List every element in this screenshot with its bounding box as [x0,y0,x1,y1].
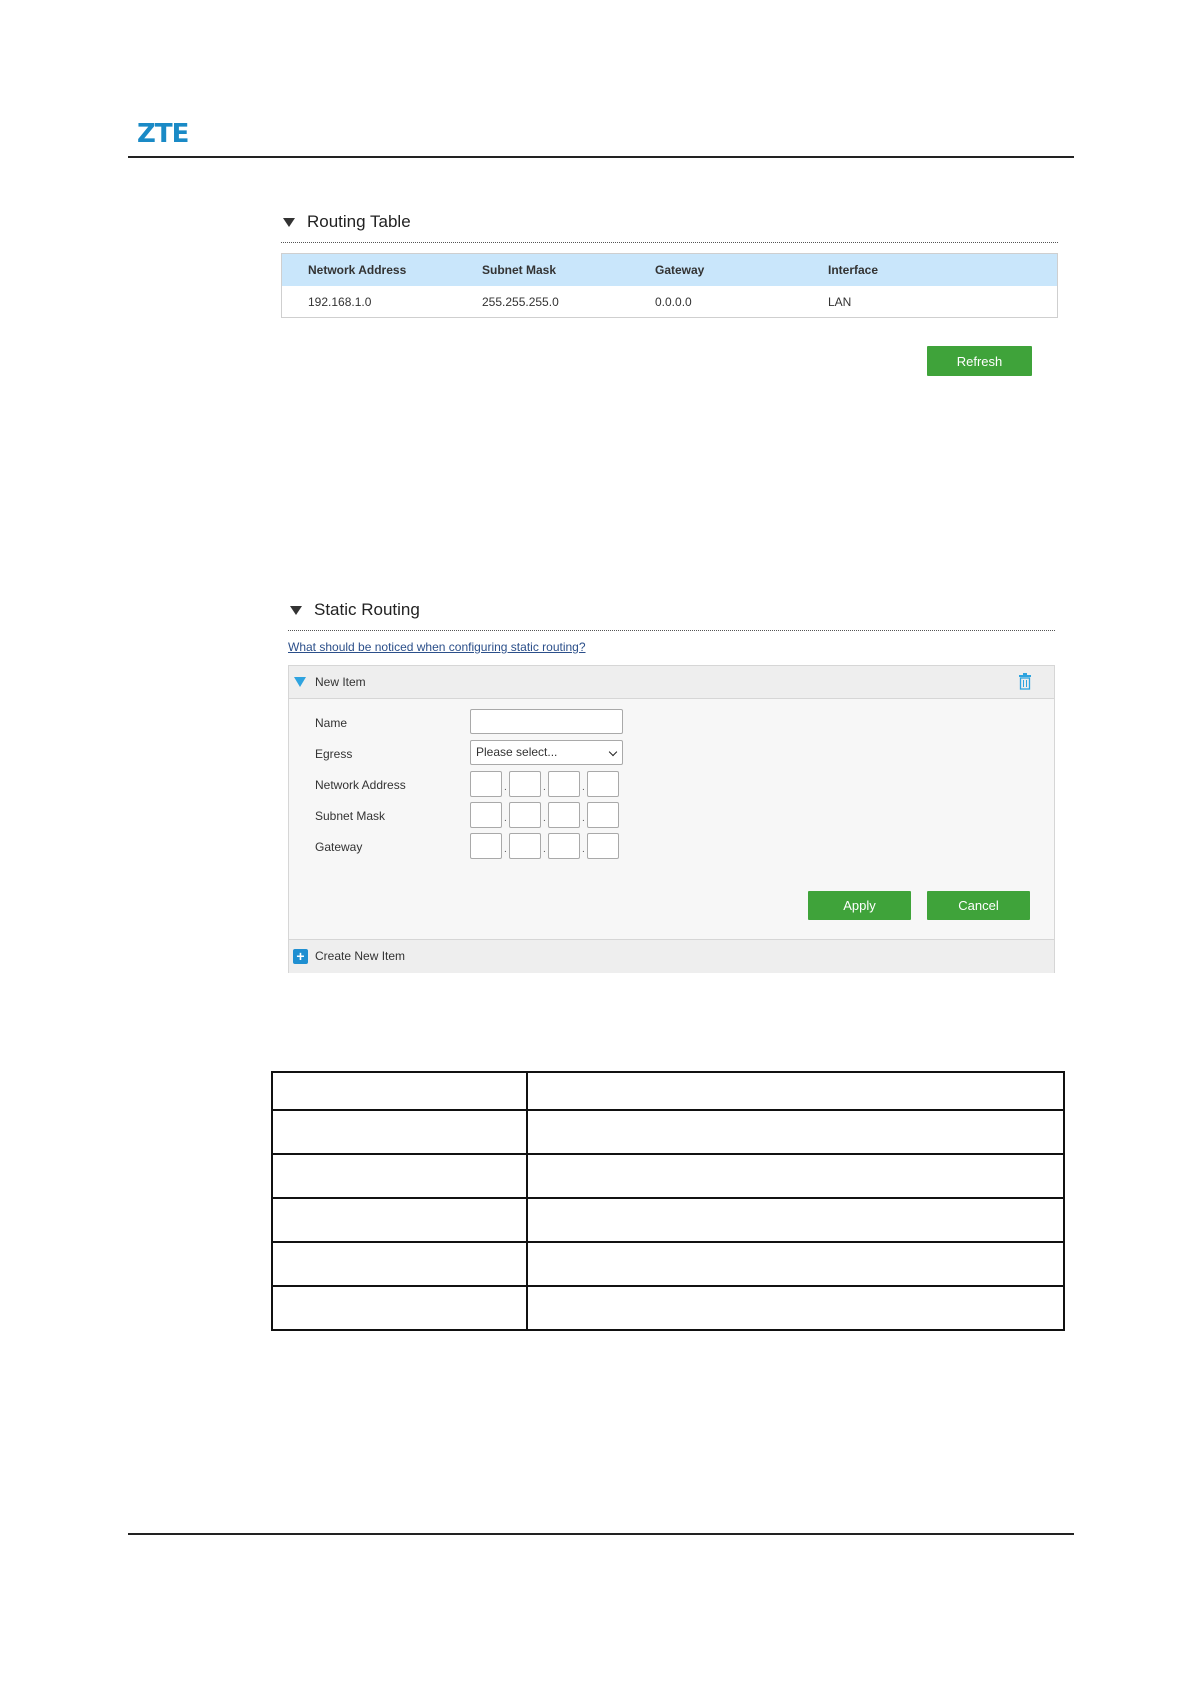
plus-icon: + [293,949,308,964]
cell-subnet-mask: 255.255.255.0 [482,295,559,309]
routing-table-header-row: Network Address Subnet Mask Gateway Inte… [282,254,1057,286]
table-cell [526,1109,1065,1155]
expand-caret-icon [294,677,306,687]
section-divider [288,630,1055,631]
cell-network-address: 192.168.1.0 [308,295,372,309]
ip-octet-input[interactable] [509,833,541,859]
footer-rule [128,1533,1074,1535]
name-input[interactable] [470,709,623,734]
column-header-gateway: Gateway [655,263,705,277]
table-row [271,1153,1065,1199]
ip-octet-input[interactable] [470,771,502,797]
table-row [271,1241,1065,1287]
table-cell [271,1109,528,1155]
table-cell [526,1071,1065,1111]
static-routing-help-link[interactable]: What should be noticed when configuring … [288,640,586,654]
parameter-table [271,1071,1065,1331]
create-new-item-label: Create New Item [315,949,406,963]
ip-separator: . [582,844,585,855]
table-cell [271,1071,528,1111]
ip-octet-input[interactable] [509,802,541,828]
table-cell [526,1241,1065,1287]
ip-octet-input[interactable] [470,833,502,859]
static-routing-header[interactable]: Static Routing [290,600,420,620]
ip-separator: . [543,844,546,855]
new-item-panel: New Item Name Egress Please select... Ne… [288,665,1055,973]
cell-gateway: 0.0.0.0 [655,295,692,309]
ip-separator: . [504,813,507,824]
table-cell [526,1285,1065,1331]
table-cell [271,1197,528,1243]
refresh-button[interactable]: Refresh [927,346,1032,376]
ip-octet-input[interactable] [509,771,541,797]
ip-octet-input[interactable] [548,771,580,797]
chevron-down-icon [608,747,618,757]
ip-separator: . [582,782,585,793]
cancel-button[interactable]: Cancel [927,891,1030,920]
ip-octet-input[interactable] [587,802,619,828]
ip-octet-input[interactable] [587,833,619,859]
egress-selected-value: Please select... [476,745,558,759]
table-row: 192.168.1.0 255.255.255.0 0.0.0.0 LAN [282,286,1057,318]
zte-logo: ZTE [137,119,189,149]
ip-separator: . [543,813,546,824]
table-row [271,1285,1065,1331]
table-row [271,1109,1065,1155]
column-header-network-address: Network Address [308,263,407,277]
column-header-subnet-mask: Subnet Mask [482,263,557,277]
ip-separator: . [543,782,546,793]
routing-table-title: Routing Table [307,212,411,231]
network-address-label: Network Address [315,778,406,792]
section-divider [281,242,1058,243]
name-label: Name [315,716,348,730]
collapse-caret-icon [290,605,302,615]
collapse-caret-icon [283,217,295,227]
table-cell [526,1153,1065,1199]
header-rule [128,156,1074,158]
table-cell [271,1285,528,1331]
create-new-item-row[interactable]: + Create New Item [289,939,1054,973]
egress-label: Egress [315,747,353,761]
cell-interface: LAN [828,295,852,309]
ip-separator: . [582,813,585,824]
column-header-interface: Interface [828,263,879,277]
ip-separator: . [504,782,507,793]
ip-octet-input[interactable] [470,802,502,828]
table-row [271,1197,1065,1243]
ip-octet-input[interactable] [548,802,580,828]
ip-octet-input[interactable] [548,833,580,859]
static-routing-title: Static Routing [314,600,420,619]
new-item-title: New Item [315,675,366,689]
subnet-mask-label: Subnet Mask [315,809,386,823]
new-item-header[interactable]: New Item [289,666,1054,699]
table-row [271,1071,1065,1111]
trash-icon[interactable] [1018,673,1032,690]
routing-table-header[interactable]: Routing Table [283,212,411,232]
egress-select[interactable]: Please select... [470,740,623,765]
ip-octet-input[interactable] [587,771,619,797]
table-cell [271,1153,528,1199]
routing-table: Network Address Subnet Mask Gateway Inte… [281,253,1058,318]
ip-separator: . [504,844,507,855]
apply-button[interactable]: Apply [808,891,911,920]
table-cell [526,1197,1065,1243]
table-cell [271,1241,528,1287]
gateway-label: Gateway [315,840,363,854]
